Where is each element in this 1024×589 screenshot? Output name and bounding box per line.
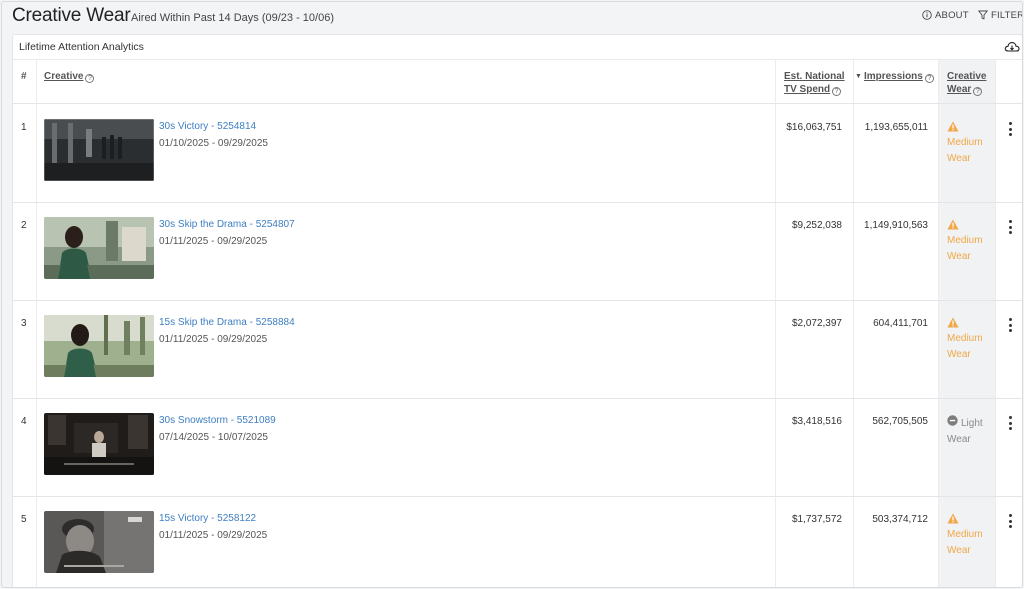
vertical-ellipsis-icon[interactable] <box>1007 416 1013 430</box>
vertical-ellipsis-icon[interactable] <box>1007 122 1013 136</box>
creative-dates: 01/11/2025 - 09/29/2025 <box>159 236 268 247</box>
row-rank: 1 <box>21 122 27 133</box>
funnel-icon <box>978 10 988 20</box>
wear-level-text: Light <box>961 417 983 429</box>
creative-thumbnail[interactable] <box>44 511 154 573</box>
cloud-download-icon[interactable] <box>1004 40 1020 58</box>
wear-level-text: Medium <box>947 235 983 246</box>
page-title: Creative Wear <box>12 5 131 26</box>
help-icon[interactable]: ? <box>85 74 95 83</box>
help-icon[interactable]: ? <box>832 87 842 96</box>
table-row: 1 30s Victory - 5254814 01/10/2025 - 09/… <box>13 105 1022 203</box>
creative-thumbnail[interactable] <box>44 119 154 181</box>
wear-status: Medium Wear <box>947 219 992 265</box>
creative-dates: 07/14/2025 - 10/07/2025 <box>159 432 268 443</box>
header-spend-line1: Est. National <box>784 71 845 82</box>
creative-dates: 01/11/2025 - 09/29/2025 <box>159 334 268 345</box>
wear-text: Wear <box>947 545 971 556</box>
est-tv-spend: $9,252,038 <box>791 220 842 231</box>
wear-text: Wear <box>947 251 971 262</box>
creative-name-link[interactable]: 30s Snowstorm - 5521089 <box>159 415 276 426</box>
impressions-value: 562,705,505 <box>872 416 928 427</box>
wear-status: Light Wear <box>947 415 992 448</box>
wear-level-text: Medium <box>947 333 983 344</box>
help-icon[interactable]: ? <box>973 87 983 96</box>
minus-circle-icon <box>947 415 958 432</box>
filter-label: FILTER <box>991 9 1023 21</box>
vertical-ellipsis-icon[interactable] <box>1007 220 1013 234</box>
header-spend[interactable]: Est. National TV Spend? <box>784 70 845 96</box>
warning-triangle-icon <box>947 513 992 527</box>
est-tv-spend: $2,072,397 <box>791 318 842 329</box>
filter-button[interactable]: FILTER <box>978 8 1023 22</box>
app-frame: Creative Wear Aired Within Past 14 Days … <box>1 1 1023 588</box>
creative-thumbnail[interactable] <box>44 315 154 377</box>
impressions-value: 1,149,910,563 <box>864 220 928 231</box>
info-circle-icon <box>922 10 932 20</box>
table-row: 3 15s Skip the Drama - 5258884 01/11/202… <box>13 301 1022 399</box>
est-tv-spend: $3,418,516 <box>791 416 842 427</box>
creative-name-link[interactable]: 15s Skip the Drama - 5258884 <box>159 317 295 328</box>
creative-dates: 01/10/2025 - 09/29/2025 <box>159 138 268 149</box>
creative-name-link[interactable]: 30s Skip the Drama - 5254807 <box>159 219 295 230</box>
warning-triangle-icon <box>947 121 992 135</box>
creative-dates: 01/11/2025 - 09/29/2025 <box>159 530 268 541</box>
page-subtitle: Aired Within Past 14 Days (09/23 - 10/06… <box>131 12 334 24</box>
header-creative[interactable]: Creative? <box>44 70 95 83</box>
vertical-ellipsis-icon[interactable] <box>1007 514 1013 528</box>
row-rank: 2 <box>21 220 27 231</box>
wear-status: Medium Wear <box>947 121 992 167</box>
wear-level-text: Medium <box>947 529 983 540</box>
wear-text: Wear <box>947 434 971 445</box>
wear-level-row: Light <box>947 415 992 432</box>
wear-status: Medium Wear <box>947 317 992 363</box>
impressions-value: 604,411,701 <box>873 318 928 329</box>
creative-name-link[interactable]: 30s Victory - 5254814 <box>159 121 256 132</box>
wear-text: Wear <box>947 349 971 360</box>
table-row: 2 30s Skip the Drama - 5254807 01/11/202… <box>13 203 1022 301</box>
row-rank: 5 <box>21 514 27 525</box>
wear-status: Medium Wear <box>947 513 992 559</box>
warning-triangle-icon <box>947 317 992 331</box>
creative-thumbnail[interactable] <box>44 217 154 279</box>
header-rank: # <box>21 71 27 82</box>
table-row: 4 30s Snowstorm - 5521089 07/14/2025 - 1… <box>13 399 1022 497</box>
vertical-ellipsis-icon[interactable] <box>1007 318 1013 332</box>
table-row: 5 15s Victory - 5258122 01/11/2025 - 09/… <box>13 497 1022 587</box>
descending-caret-icon: ▼ <box>855 73 862 80</box>
est-tv-spend: $1,737,572 <box>791 514 842 525</box>
panel-title: Lifetime Attention Analytics <box>19 41 144 53</box>
header-impressions-label: Impressions <box>863 71 923 82</box>
est-tv-spend: $16,063,751 <box>786 122 842 133</box>
impressions-value: 503,374,712 <box>872 514 928 525</box>
header-creative-label: Creative <box>44 71 84 82</box>
header-creative-wear[interactable]: Creative Wear? <box>947 70 986 96</box>
creative-name-link[interactable]: 15s Victory - 5258122 <box>159 513 256 524</box>
about-label: ABOUT <box>935 9 969 21</box>
warning-triangle-icon <box>947 219 992 233</box>
table-header: # Creative? Est. National TV Spend? ▼ Impr… <box>13 60 1022 104</box>
analytics-panel: Lifetime Attention Analytics # Creative?… <box>12 34 1022 587</box>
help-icon[interactable]: ? <box>924 74 934 83</box>
creative-thumbnail[interactable] <box>44 413 154 475</box>
panel-header: Lifetime Attention Analytics <box>13 35 1022 60</box>
about-button[interactable]: ABOUT <box>922 8 969 22</box>
header-wear-line1: Creative <box>947 71 987 82</box>
header-spend-line2: TV Spend <box>784 84 831 95</box>
row-rank: 4 <box>21 416 27 427</box>
impressions-value: 1,193,655,011 <box>864 122 928 133</box>
wear-level-text: Medium <box>947 137 983 148</box>
wear-text: Wear <box>947 153 971 164</box>
row-rank: 3 <box>21 318 27 329</box>
top-bar: Creative Wear Aired Within Past 14 Days … <box>2 2 1022 32</box>
header-wear-line2: Wear <box>947 84 972 95</box>
header-impressions[interactable]: ▼ Impressions? <box>855 70 934 83</box>
